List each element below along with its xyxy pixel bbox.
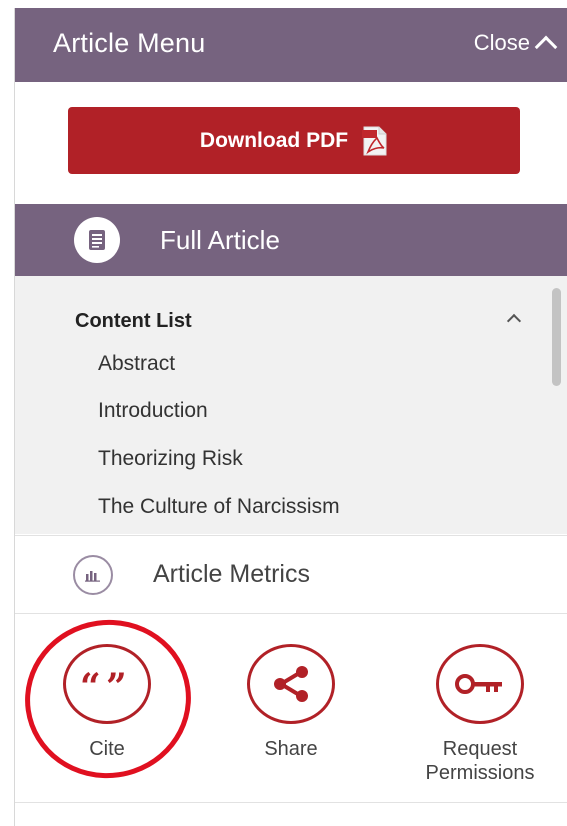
request-permissions-button[interactable]: Request Permissions	[410, 644, 550, 785]
quote-icon: “ ”	[63, 644, 151, 724]
request-permissions-label: Request Permissions	[425, 738, 535, 784]
share-label: Share	[264, 738, 318, 760]
download-pdf-label: Download PDF	[199, 128, 349, 152]
content-list-title: Content List	[75, 310, 192, 332]
svg-text:“: “	[80, 669, 101, 699]
chevron-up-icon[interactable]	[506, 313, 522, 329]
content-item-culture-of-narcissism[interactable]: The Culture of Narcissism	[98, 495, 340, 519]
document-icon	[74, 217, 120, 263]
full-article-label: Full Article	[160, 224, 280, 255]
article-metrics-button[interactable]: Article Metrics	[15, 535, 567, 614]
download-pdf-button[interactable]: Download PDF	[68, 107, 520, 174]
article-metrics-label: Article Metrics	[153, 560, 310, 588]
close-label: Close	[473, 30, 530, 55]
scrollbar-thumb[interactable]	[552, 288, 561, 386]
content-item-introduction[interactable]: Introduction	[98, 399, 208, 423]
close-button[interactable]: Close	[473, 30, 558, 59]
menu-header: Article Menu Close	[15, 8, 567, 82]
article-menu-panel: Article Menu Close Download PDF Full Art…	[14, 8, 567, 826]
share-icon	[247, 644, 335, 724]
key-icon	[436, 644, 524, 724]
content-list: Content List Abstract Introduction Theor…	[15, 276, 567, 534]
menu-title: Article Menu	[53, 28, 206, 58]
content-item-abstract[interactable]: Abstract	[98, 352, 175, 376]
cite-label: Cite	[89, 738, 125, 760]
chevron-up-icon	[534, 35, 558, 59]
pdf-file-icon	[362, 126, 388, 156]
full-article-button[interactable]: Full Article	[15, 204, 567, 276]
bar-chart-icon	[73, 554, 113, 595]
svg-text:”: ”	[106, 669, 127, 699]
divider	[15, 802, 567, 803]
content-item-theorizing-risk[interactable]: Theorizing Risk	[98, 447, 243, 471]
cite-button[interactable]: “ ” Cite	[37, 644, 177, 761]
content-list-scrollbar[interactable]	[549, 288, 563, 528]
share-button[interactable]: Share	[221, 644, 361, 761]
